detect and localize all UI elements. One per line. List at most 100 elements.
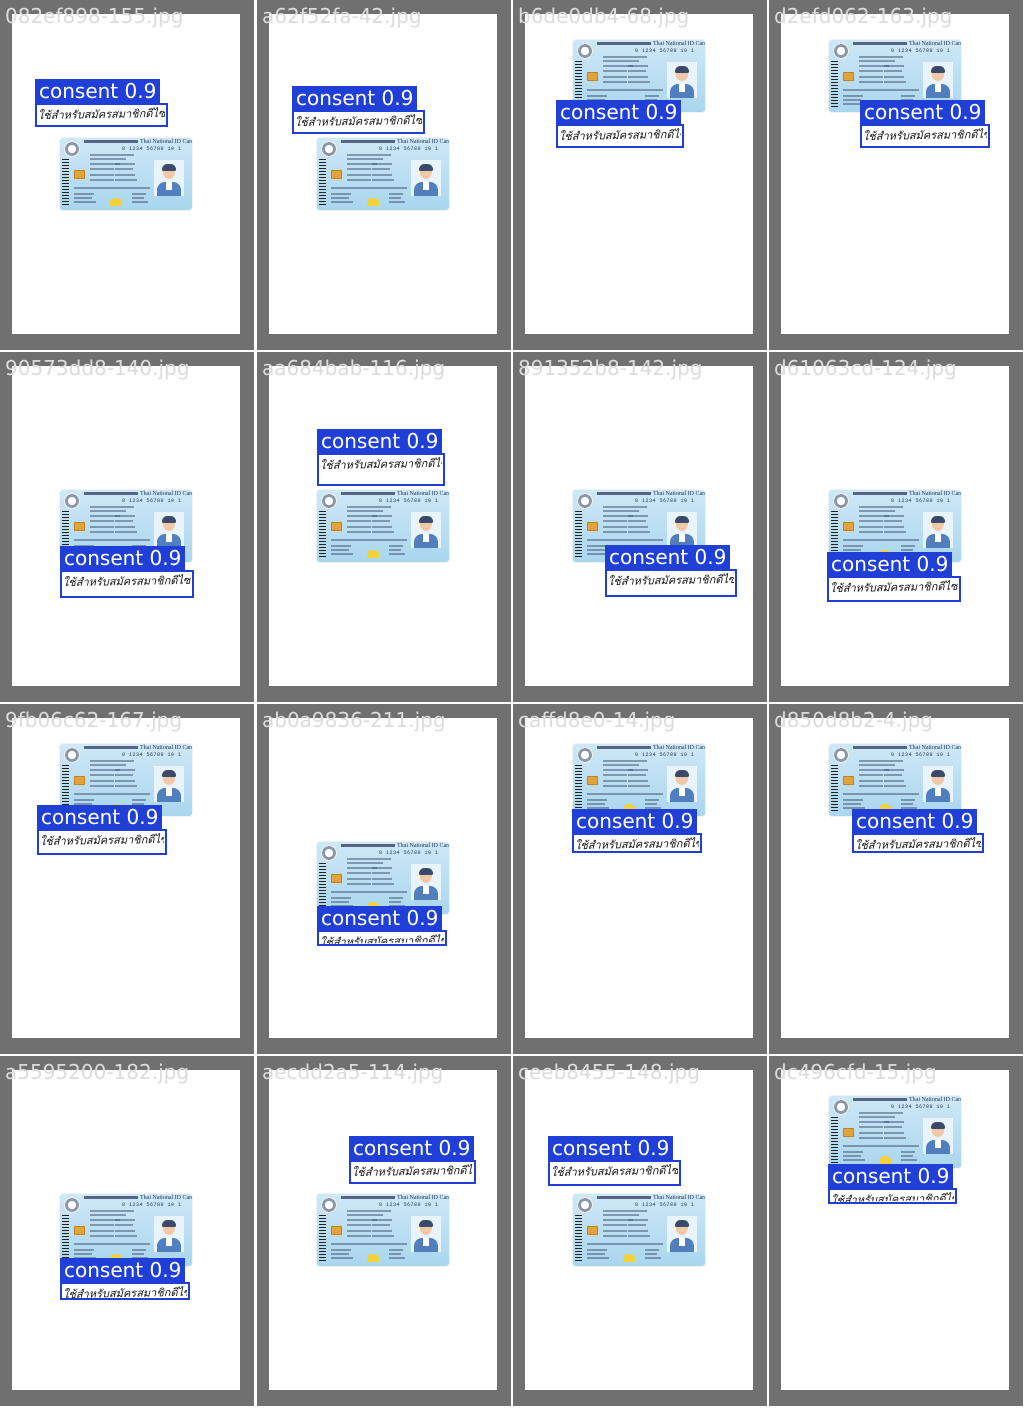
result-tile[interactable]: Thai National ID Card 0 1234 56789 10 1 ใช… [0, 1056, 254, 1406]
detection-bounding-box[interactable]: ใช้สำหรับสมัครสมาชิกดีไซน์ประดับ [317, 453, 445, 486]
card-text-line [843, 539, 919, 541]
card-id-number: 0 1234 56789 10 1 [379, 1202, 439, 1208]
card-text-line [859, 1116, 895, 1118]
card-text-line [74, 799, 94, 801]
result-tile[interactable]: Thai National ID Card 0 1234 56789 10 1 ใช… [769, 1056, 1023, 1406]
card-text-line [90, 780, 114, 782]
chip-icon [331, 522, 342, 531]
detection-bounding-box[interactable]: ใช้สำหรับสมัครสมาชิกดีไซน์ประดับ [60, 1282, 190, 1300]
result-tile[interactable]: Thai National ID Card 0 1234 56789 10 1 ใช… [769, 0, 1023, 350]
card-id-number: 0 1234 56789 10 1 [379, 146, 439, 152]
portrait-hair [419, 164, 433, 171]
portrait-collar [679, 1238, 685, 1246]
result-tile[interactable]: Thai National ID Card 0 1234 56789 10 1 ใช… [769, 704, 1023, 1054]
detection-bounding-box[interactable]: ใช้สำหรับสมัครสมาชิกดีไซน์ประดับ [605, 569, 737, 597]
card-id-number: 0 1234 56789 10 1 [122, 752, 182, 758]
card-text-line [347, 883, 371, 885]
card-text-line [115, 1219, 135, 1221]
card-text-line [587, 545, 607, 547]
result-tile[interactable]: Thai National ID Card 0 1234 56789 10 1 ใช… [513, 704, 767, 1054]
card-text-line [859, 1112, 903, 1114]
detection-bounding-box[interactable]: ใช้สำหรับสมัครสมาชิกดีไซน์ประดับ [828, 1188, 957, 1204]
result-tile[interactable]: Thai National ID Card 0 1234 56789 10 1 ใช… [0, 0, 254, 350]
card-title-thai-mark [84, 492, 138, 495]
result-tile[interactable]: Thai National ID Card 0 1234 56789 10 1 ใช… [513, 1056, 767, 1406]
card-text-line [331, 193, 351, 195]
card-text-line [603, 785, 627, 787]
card-title-thai-mark [341, 844, 395, 847]
detection-label: consent 0.9 [292, 86, 418, 110]
detection-bounding-box[interactable]: ใช้สำหรับสมัครสมาชิกดีไซน์ประดับ [292, 110, 425, 134]
card-text-line [859, 506, 903, 508]
result-tile[interactable]: Thai National ID Card 0 1234 56789 10 1 ใช… [257, 352, 511, 702]
card-text-line [90, 1230, 114, 1232]
detection-bounding-box[interactable]: ใช้สำหรับสมัครสมาชิกดีไซน์ประดับ [852, 833, 984, 853]
detection-bounding-box[interactable]: ใช้สำหรับสมัครสมาชิกดีไซน์ประดับ [60, 570, 194, 598]
handwritten-consent-text: ใช้สำหรับสมัครสมาชิกดีไซน์ประดับ [294, 113, 423, 130]
handwritten-consent-text: ใช้สำหรับสมัครสมาชิกดีไซน์ประดับ [550, 1163, 679, 1180]
portrait-hair [419, 868, 433, 875]
card-text-line [331, 1257, 353, 1259]
card-title-thai-mark [597, 746, 651, 749]
detection-bounding-box[interactable]: ใช้สำหรับสมัครสมาชิกดีไซน์ประดับ [827, 576, 961, 602]
card-text-line [90, 1210, 134, 1212]
result-tile[interactable]: Thai National ID Card 0 1234 56789 10 1 ใช… [0, 352, 254, 702]
barcode-icon [62, 159, 69, 205]
detection-bounding-box[interactable]: ใช้สำหรับสมัครสมาชิกดีไซน์ประดับ [37, 829, 167, 855]
detection-label: consent 0.9 [349, 1136, 475, 1160]
portrait-collar [935, 1140, 941, 1148]
card-text-line [90, 531, 114, 533]
portrait-collar [423, 886, 429, 894]
result-tile[interactable]: Thai National ID Card 0 1234 56789 10 1 ใช… [257, 704, 511, 1054]
card-text-line [859, 520, 883, 522]
card-text-line [115, 531, 137, 533]
card-text-line [90, 520, 114, 522]
card-text-line [372, 174, 392, 176]
detection-bounding-box[interactable]: ใช้สำหรับสมัครสมาชิกดีไซน์ประดับ [572, 833, 702, 853]
detection-bounding-box[interactable]: ใช้สำหรับสมัครสมาชิกดีไซน์ประดับ [860, 124, 990, 148]
portrait-collar [166, 182, 172, 190]
card-text-line [859, 780, 883, 782]
portrait-hair [675, 770, 689, 777]
card-text-line [884, 76, 904, 78]
detection-bounding-box[interactable]: ใช้สำหรับสมัครสมาชิกดีไซน์ประดับ [317, 930, 447, 946]
card-title-thai-mark [84, 746, 138, 749]
detection-bounding-box[interactable]: ใช้สำหรับสมัครสมาชิกดีไซน์ประดับ [349, 1160, 476, 1184]
card-text-line [628, 769, 648, 771]
portrait-photo [154, 766, 184, 802]
result-tile[interactable]: Thai National ID Card 0 1234 56789 10 1 ใช… [513, 352, 767, 702]
card-text-line [628, 1219, 648, 1221]
card-text-line [645, 803, 657, 805]
garuda-seal-icon [321, 141, 337, 157]
card-text-line [74, 201, 96, 203]
card-text-line [115, 526, 135, 528]
card-text-line [115, 785, 137, 787]
result-tile[interactable]: Thai National ID Card 0 1234 56789 10 1 ใช… [0, 704, 254, 1054]
detection-bounding-box[interactable]: ใช้สำหรับสมัครสมาชิกดีไซน์ประดับ [548, 1160, 681, 1186]
result-tile[interactable]: Thai National ID Card 0 1234 56789 10 1 ใช… [257, 1056, 511, 1406]
chip-icon [331, 170, 342, 179]
portrait-photo [923, 1118, 953, 1154]
result-tile[interactable]: Thai National ID Card 0 1234 56789 10 1 ใช… [257, 0, 511, 350]
portrait-collar [935, 534, 941, 542]
id-card-image: Thai National ID Card 0 1234 56789 10 1 [317, 490, 449, 562]
result-tile[interactable]: Thai National ID Card 0 1234 56789 10 1 ใช… [513, 0, 767, 350]
card-text-line [901, 95, 915, 97]
detection-bounding-box[interactable]: ใช้สำหรับสมัครสมาชิกดีไซน์ประดับ [35, 103, 168, 127]
card-text-line [884, 65, 904, 67]
detection-bounding-box[interactable]: ใช้สำหรับสมัครสมาชิกดีไซน์ประดับ [556, 124, 684, 148]
card-text-line [843, 99, 861, 101]
card-text-line [90, 1235, 114, 1237]
chip-icon [331, 1226, 342, 1235]
card-text-line [372, 1235, 394, 1237]
card-title-thai-mark [853, 492, 907, 495]
chip-icon [587, 1226, 598, 1235]
card-title-thai-mark [853, 1098, 907, 1101]
card-text-line [372, 520, 390, 522]
card-text-line [132, 201, 148, 203]
result-tile[interactable]: Thai National ID Card 0 1234 56789 10 1 ใช… [769, 352, 1023, 702]
card-text-line [587, 793, 663, 795]
card-text-line [603, 506, 647, 508]
card-text-line [74, 793, 150, 795]
handwritten-consent-text: ใช้สำหรับสมัครสมาชิกดีไซน์ประดับ [319, 456, 443, 473]
